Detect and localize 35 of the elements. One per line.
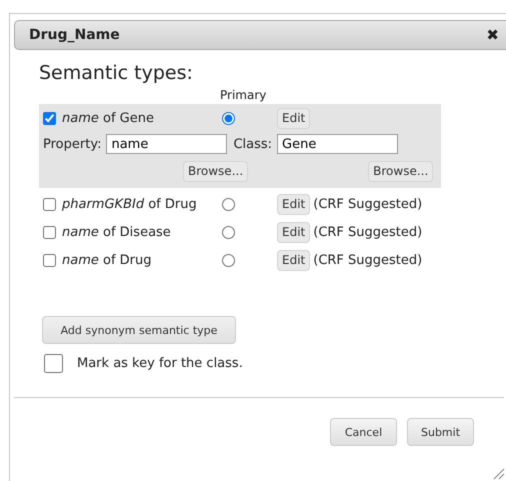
suggestion-note: (CRF Suggested) [313,224,422,240]
submit-button[interactable]: Submit [407,418,474,446]
type-checkbox[interactable] [43,198,56,210]
semantic-type-label: pharmGKBId of Drug [62,196,197,212]
close-button[interactable]: ✖ [486,26,499,44]
semantic-type-label: name of Drug [62,252,152,268]
browse-button[interactable]: Browse... [368,160,434,182]
property-field[interactable]: name [106,134,228,154]
key-checkbox[interactable] [44,354,63,373]
primary-radio[interactable] [222,112,235,124]
cancel-button[interactable]: Cancel [330,418,397,446]
suggestion-note: (CRF Suggested) [313,252,422,268]
edit-button[interactable]: Edit [277,222,310,242]
suggestion-note: (CRF Suggested) [313,196,422,212]
semantic-type-label: name of Disease [62,224,171,240]
primary-radio[interactable] [222,226,235,238]
type-checkbox[interactable] [43,254,56,266]
class-field[interactable]: Gene [277,134,398,154]
primary-radio[interactable] [222,198,235,210]
key-option-label: Mark as key for the class. [77,356,243,371]
property-label: Property: [43,136,102,152]
edit-button[interactable]: Edit [277,108,310,128]
section-heading: Semantic types: [39,62,194,84]
edit-button[interactable]: Edit [277,250,310,270]
type-checkbox[interactable] [43,226,56,238]
primary-radio[interactable] [222,254,235,266]
resize-grip-icon[interactable] [493,468,505,480]
browse-button[interactable]: Browse... [183,160,248,182]
add-synonym-button[interactable]: Add synonym semantic type [42,316,236,344]
dialog-title: Drug_Name [29,27,120,43]
semantic-type-label: name of Gene [62,110,154,126]
type-checkbox[interactable] [43,112,56,124]
primary-column-label: Primary [220,88,268,104]
edit-button[interactable]: Edit [277,194,310,214]
class-label: Class: [233,136,272,152]
